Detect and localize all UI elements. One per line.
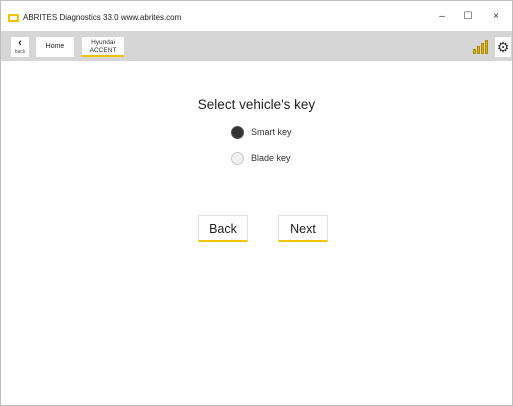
window-title: ABRITES Diagnostics 33.0 www.abrites.com [23, 13, 182, 22]
signal-strength-icon [472, 38, 492, 56]
gear-icon[interactable]: ⚙ [495, 37, 511, 57]
toolbar-back-label: back [14, 49, 26, 55]
maximize-button[interactable]: ☐ [459, 9, 477, 25]
next-button[interactable]: Next [278, 215, 328, 242]
radio-unselected[interactable] [231, 152, 244, 165]
home-button[interactable]: Home [36, 37, 74, 57]
vehicle-make: Hyundai [91, 39, 115, 46]
option-label: Blade key [251, 153, 291, 163]
back-button[interactable]: Back [198, 215, 248, 242]
vehicle-model: ACCENT [89, 46, 117, 54]
page-title: Select vehicle's key [197, 97, 316, 112]
option-label: Smart key [251, 127, 292, 137]
minimize-button[interactable]: – [433, 9, 451, 25]
vehicle-breadcrumb-button[interactable]: Hyundai ACCENT [82, 37, 124, 57]
toolbar: ‹ back Home Hyundai ACCENT [1, 31, 512, 61]
title-bar: ABRITES Diagnostics 33.0 www.abrites.com… [1, 1, 512, 31]
app-logo-icon [8, 14, 19, 22]
back-chevron-icon: ‹ [18, 37, 22, 49]
toolbar-back-button[interactable]: ‹ back [11, 37, 29, 57]
app-window: ABRITES Diagnostics 33.0 www.abrites.com… [0, 0, 513, 406]
close-button[interactable]: × [487, 9, 505, 25]
radio-selected[interactable] [231, 126, 244, 139]
